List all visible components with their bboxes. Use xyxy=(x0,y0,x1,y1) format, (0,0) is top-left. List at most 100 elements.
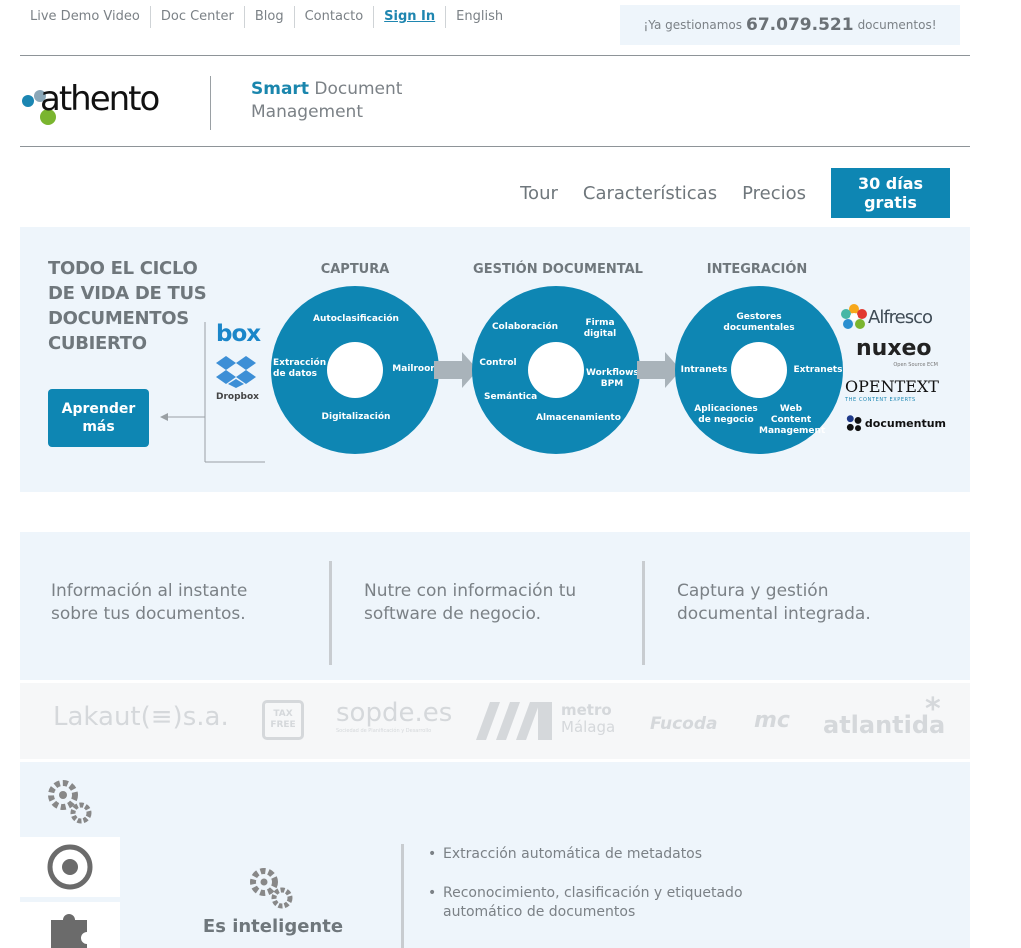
feature-divider xyxy=(642,561,645,665)
opentext-sub: THE CONTENT EXPERTS xyxy=(845,397,916,403)
capability-divider xyxy=(401,844,404,948)
learn-more-button[interactable]: Aprender más xyxy=(48,389,149,447)
feature-line: software de negocio. xyxy=(364,604,542,624)
athento-logo[interactable]: athento xyxy=(20,74,180,130)
wheel-label: Control xyxy=(479,358,517,368)
wheel-label: Aplicaciones de negocio xyxy=(694,404,758,425)
wheel-captura: Autoclasificación Extracción de datos Ma… xyxy=(271,286,440,454)
nav-features[interactable]: Características xyxy=(583,183,717,204)
feature-item: Captura y gestión documental integrada. xyxy=(677,580,937,626)
nuxeo-logo: nuxeo Open Source ECM xyxy=(856,336,946,370)
wheel-label: Web Content Management xyxy=(759,404,826,436)
tagline-management: Management xyxy=(251,102,363,122)
wheel-label: Digitalización xyxy=(321,412,391,422)
capability-bullet: • Extracción automática de metadatos xyxy=(428,846,703,862)
gears-icon xyxy=(250,868,293,909)
bullet-text: Extracción automática de metadatos xyxy=(443,846,703,862)
feature-line: Nutre con información tu xyxy=(364,581,577,601)
top-nav-live-demo[interactable]: Live Demo Video xyxy=(20,6,151,28)
hero-title-line: DE VIDA DE TUS xyxy=(48,283,207,304)
feature-line: Captura y gestión xyxy=(677,581,829,601)
top-nav-doc-center[interactable]: Doc Center xyxy=(151,6,245,28)
client-sopde-sub: Sociedad de Planificación y Desarrollo xyxy=(336,728,432,734)
wheel-label: Intranets xyxy=(680,365,728,375)
box-logo-text: box xyxy=(216,321,261,347)
sign-in-link[interactable]: Sign In xyxy=(374,6,447,28)
wheel-label: Workflows BPM xyxy=(586,368,639,389)
bullet-text: automático de documentos xyxy=(443,904,636,920)
free-trial-button[interactable]: 30 días gratis xyxy=(831,168,950,218)
box-logo: box xyxy=(216,320,261,350)
client-lakaut: Lakaut(≡)s.a. xyxy=(53,702,229,732)
hero-title-line: TODO EL CICLO xyxy=(48,258,198,279)
counter-value: 67.079.521 xyxy=(746,15,854,35)
wheel-label: Semántica xyxy=(484,392,538,402)
metro-malaga-mark-icon xyxy=(476,702,552,740)
logo-divider xyxy=(210,76,211,130)
wheel-label: Extranets xyxy=(793,365,843,375)
capability-bullet: • Reconocimiento, clasificación y etique… xyxy=(428,885,743,920)
opentext-logo: OPENTEXT THE CONTENT EXPERTS xyxy=(845,377,945,403)
client-metro-label: metro xyxy=(561,701,612,719)
wheel-gestion-documental: Colaboración Firma digital Control Workf… xyxy=(472,286,640,454)
header-bottom-divider xyxy=(20,146,970,147)
nav-pricing[interactable]: Precios xyxy=(742,183,806,204)
dropbox-logo: Dropbox xyxy=(216,354,260,404)
documentum-logo: documentum xyxy=(846,412,946,434)
wheel-label: Almacenamiento xyxy=(536,413,621,423)
nuxeo-label: nuxeo xyxy=(856,336,932,361)
top-nav-blog[interactable]: Blog xyxy=(245,6,295,28)
feature-item: Información al instante sobre tus docume… xyxy=(51,580,311,626)
wheel-integracion: Gestores documentales Intranets Extranet… xyxy=(675,286,843,454)
dropbox-label: Dropbox xyxy=(216,392,259,402)
puzzle-icon xyxy=(51,914,87,948)
bullet-text: Reconocimiento, clasificación y etiqueta… xyxy=(443,885,743,901)
header-top-divider xyxy=(20,55,970,56)
counter-suffix: documentos! xyxy=(857,18,937,32)
tagline-document: Document xyxy=(314,79,403,99)
client-metro: metro Málaga xyxy=(561,702,631,736)
wheel-label: Colaboración xyxy=(491,322,559,332)
dropbox-icon xyxy=(216,356,256,388)
stage-title-captura: CAPTURA xyxy=(320,262,390,277)
top-nav-contacto[interactable]: Contacto xyxy=(295,6,375,28)
wheel-label: Firma digital xyxy=(583,318,617,339)
capability-heading: Es inteligente xyxy=(202,916,344,937)
client-taxfree: TAX FREE xyxy=(262,700,304,740)
tagline-smart: Smart xyxy=(251,79,309,99)
client-sopde-label: sopde.es xyxy=(336,698,453,728)
client-mc: mc xyxy=(754,708,790,733)
nav-tour[interactable]: Tour xyxy=(520,183,558,204)
gears-icon xyxy=(48,780,92,824)
stage-title-integracion: INTEGRACIÓN xyxy=(706,262,808,277)
wheel-label: Gestores documentales xyxy=(723,312,795,333)
wheel-label: Autoclasificación xyxy=(313,314,399,324)
wheel-label: Extracción de datos xyxy=(273,358,327,379)
learn-more-line: más xyxy=(82,419,115,435)
top-nav: Live Demo Video Doc Center Blog Contacto… xyxy=(20,4,513,30)
nuxeo-sub: Open Source ECM xyxy=(893,362,938,368)
counter-prefix: ¡Ya gestionamos xyxy=(643,18,743,32)
alfresco-flower-icon xyxy=(841,304,867,329)
client-sopde: sopde.es Sociedad de Planificación y Des… xyxy=(336,698,456,734)
client-metro-label2: Málaga xyxy=(561,718,616,736)
feature-line: sobre tus documentos. xyxy=(51,604,246,624)
tab-inteligente[interactable] xyxy=(20,772,120,832)
feature-line: Información al instante xyxy=(51,581,248,601)
documentum-label: documentum xyxy=(864,416,946,430)
tab-target[interactable] xyxy=(20,837,120,897)
feature-divider xyxy=(329,561,332,665)
opentext-label: OPENTEXT xyxy=(845,377,939,396)
alfresco-logo: Alfresco xyxy=(840,302,950,332)
language-link[interactable]: English xyxy=(446,6,513,28)
asterisk-icon: * xyxy=(925,692,941,727)
stage-title-gestion: GESTIÓN DOCUMENTAL xyxy=(473,262,643,277)
learn-more-line: Aprender xyxy=(61,401,136,417)
tagline: Smart Document Management xyxy=(251,78,451,124)
client-fucoda: Fucoda xyxy=(650,714,718,734)
tab-integration[interactable] xyxy=(20,902,120,948)
alfresco-label: Alfresco xyxy=(868,306,933,328)
feature-line: documental integrada. xyxy=(677,604,871,624)
documents-counter: ¡Ya gestionamos 67.079.521 documentos! xyxy=(620,5,960,45)
brand-name: athento xyxy=(40,79,159,119)
